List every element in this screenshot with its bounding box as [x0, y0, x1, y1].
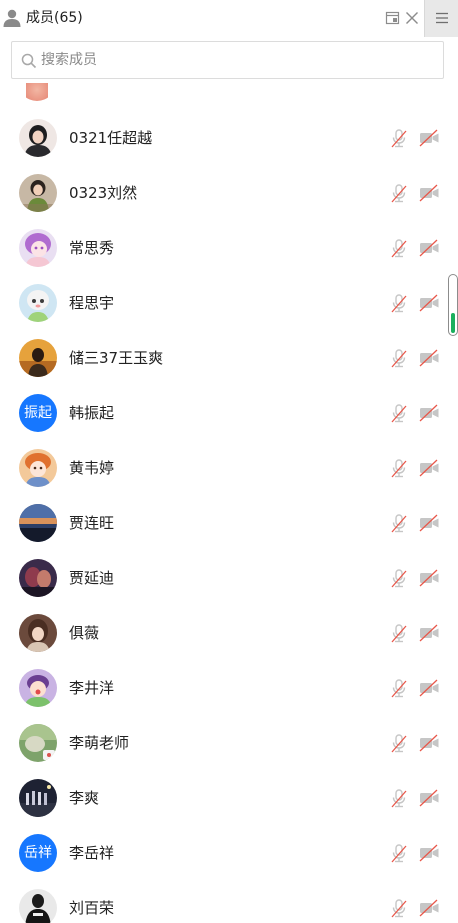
- member-name: 贾连旺: [69, 514, 115, 532]
- hamburger-menu-icon: [436, 12, 448, 24]
- search-input[interactable]: [41, 48, 431, 72]
- members-panel: 成员(65) 搜索成员 0321任超越 0323刘然 常思秀 程思宇 储三37王…: [0, 0, 458, 923]
- member-name: 李爽: [69, 789, 100, 807]
- person-icon: [3, 9, 21, 27]
- member-name: 刘百荣: [69, 899, 115, 917]
- list-item[interactable]: 振起 韩振起: [0, 394, 445, 449]
- member-name: 0323刘然: [69, 184, 138, 202]
- microphone-muted-icon[interactable]: [389, 733, 409, 753]
- member-name: 李井洋: [69, 679, 115, 697]
- avatar: 岳祥: [19, 834, 57, 872]
- popout-window-icon[interactable]: [384, 9, 402, 27]
- microphone-muted-icon[interactable]: [389, 128, 409, 148]
- member-name: 常思秀: [69, 239, 115, 257]
- member-name: 李萌老师: [69, 734, 130, 752]
- member-name: 贾延迪: [69, 569, 115, 587]
- scrollbar-thumb[interactable]: [451, 313, 455, 333]
- microphone-muted-icon[interactable]: [389, 623, 409, 643]
- member-list: 0321任超越 0323刘然 常思秀 程思宇 储三37王玉爽 振起 韩振起 黄韦…: [0, 83, 445, 923]
- avatar: [19, 119, 57, 157]
- list-item[interactable]: 李井洋: [0, 669, 445, 724]
- scrollbar[interactable]: [448, 274, 458, 336]
- avatar: [19, 504, 57, 542]
- list-item[interactable]: 黄韦婷: [0, 449, 445, 504]
- camera-off-icon[interactable]: [418, 678, 440, 698]
- camera-off-icon[interactable]: [418, 348, 440, 368]
- avatar: [19, 449, 57, 487]
- microphone-muted-icon[interactable]: [389, 843, 409, 863]
- member-name: 李岳祥: [69, 844, 115, 862]
- avatar: [19, 614, 57, 652]
- list-item[interactable]: 俱薇: [0, 614, 445, 669]
- microphone-muted-icon[interactable]: [389, 348, 409, 368]
- list-item[interactable]: 刘百荣: [0, 889, 445, 923]
- list-item[interactable]: 李爽: [0, 779, 445, 834]
- list-item[interactable]: 贾连旺: [0, 504, 445, 559]
- camera-off-icon[interactable]: [418, 403, 440, 423]
- member-name: 0321任超越: [69, 129, 153, 147]
- list-item[interactable]: 岳祥 李岳祥: [0, 834, 445, 889]
- camera-off-icon[interactable]: [418, 293, 440, 313]
- avatar: [19, 284, 57, 322]
- panel-header: 成员(65): [0, 0, 458, 37]
- camera-off-icon[interactable]: [418, 183, 440, 203]
- member-name: 俱薇: [69, 624, 100, 642]
- microphone-muted-icon[interactable]: [389, 183, 409, 203]
- search-icon: [21, 53, 37, 69]
- list-item[interactable]: 贾延迪: [0, 559, 445, 614]
- microphone-muted-icon[interactable]: [389, 458, 409, 478]
- avatar: 振起: [19, 394, 57, 432]
- avatar: [26, 83, 48, 101]
- panel-title: 成员(65): [26, 10, 83, 26]
- camera-off-icon[interactable]: [418, 843, 440, 863]
- microphone-muted-icon[interactable]: [389, 788, 409, 808]
- camera-off-icon[interactable]: [418, 513, 440, 533]
- panel-menu-button[interactable]: [424, 0, 458, 37]
- avatar: [19, 669, 57, 707]
- avatar: [19, 229, 57, 267]
- camera-off-icon[interactable]: [418, 788, 440, 808]
- list-item[interactable]: 常思秀: [0, 229, 445, 284]
- camera-off-icon[interactable]: [418, 733, 440, 753]
- microphone-muted-icon[interactable]: [389, 898, 409, 918]
- avatar: [19, 779, 57, 817]
- camera-off-icon[interactable]: [418, 568, 440, 588]
- list-item[interactable]: 0323刘然: [0, 174, 445, 229]
- microphone-muted-icon[interactable]: [389, 678, 409, 698]
- avatar: [19, 174, 57, 212]
- camera-off-icon[interactable]: [418, 623, 440, 643]
- camera-off-icon[interactable]: [418, 458, 440, 478]
- microphone-muted-icon[interactable]: [389, 403, 409, 423]
- camera-off-icon[interactable]: [418, 898, 440, 918]
- close-icon[interactable]: [403, 9, 421, 27]
- member-name: 程思宇: [69, 294, 115, 312]
- microphone-muted-icon[interactable]: [389, 293, 409, 313]
- avatar: [19, 559, 57, 597]
- list-item[interactable]: 0321任超越: [0, 119, 445, 174]
- member-name: 储三37王玉爽: [69, 349, 164, 367]
- avatar: [19, 724, 57, 762]
- avatar: [19, 889, 57, 923]
- avatar: [19, 339, 57, 377]
- search-field[interactable]: [11, 41, 444, 79]
- list-item[interactable]: 程思宇: [0, 284, 445, 339]
- member-name: 黄韦婷: [69, 459, 115, 477]
- camera-off-icon[interactable]: [418, 128, 440, 148]
- member-name: 韩振起: [69, 404, 115, 422]
- list-item[interactable]: 储三37王玉爽: [0, 339, 445, 394]
- microphone-muted-icon[interactable]: [389, 513, 409, 533]
- camera-off-icon[interactable]: [418, 238, 440, 258]
- microphone-muted-icon[interactable]: [389, 568, 409, 588]
- microphone-muted-icon[interactable]: [389, 238, 409, 258]
- list-item[interactable]: 李萌老师: [0, 724, 445, 779]
